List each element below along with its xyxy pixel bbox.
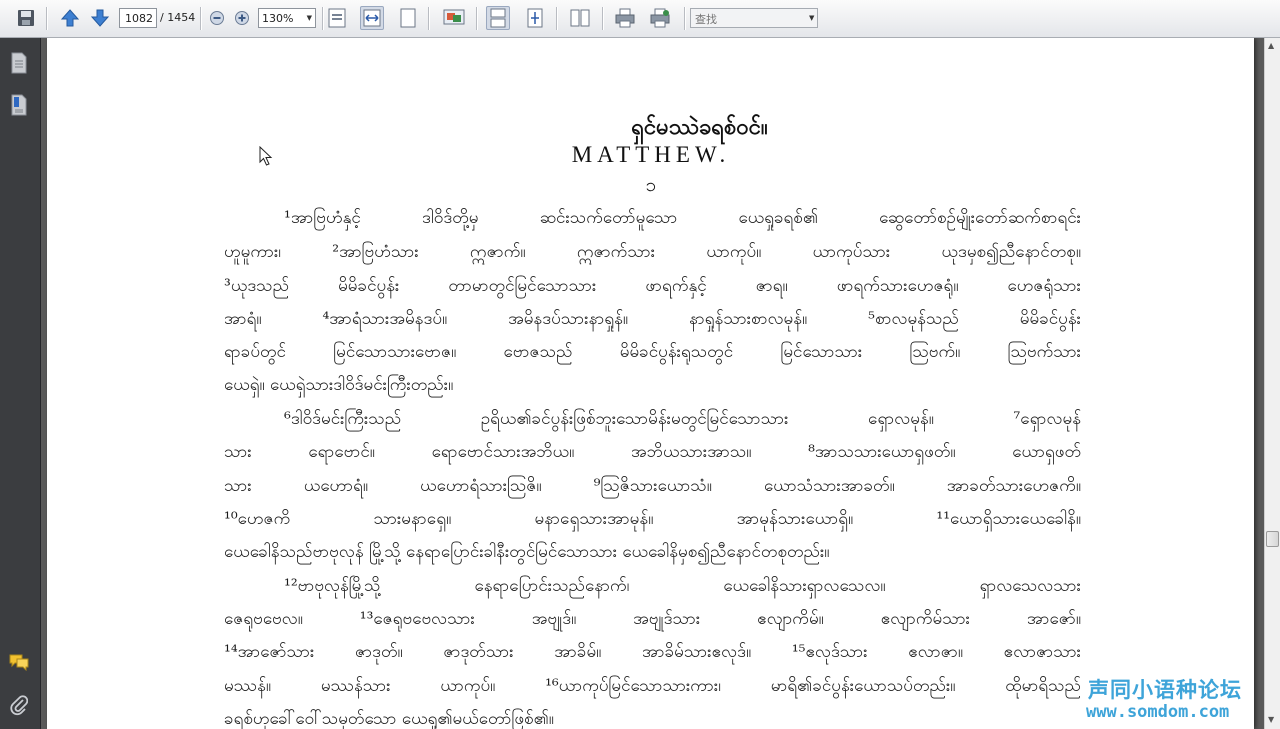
zoom-out-icon[interactable]	[205, 6, 229, 30]
text-line: ရာခပ်တွင် မြင်သောသားဗောဇ။ ဗောဇသည် မိမိခင…	[224, 342, 1081, 362]
text-line: ယေရှဲ။ ယေရှဲသားဒါဝိဒ်မင်းကြီးတည်း။	[224, 375, 454, 395]
pdf-page: ရှင်မဿဲခရစ်ဝင်။ MATTHEW. ၁ ¹အာဗြဟံနှင့် …	[47, 38, 1254, 729]
text-line: ¹²ဗာဗုလုန်မြို့သို့ နေရာပြောင်းသည်နောက်၊…	[284, 576, 1081, 596]
pages-panel-icon[interactable]	[8, 52, 30, 74]
slideshow-icon[interactable]	[442, 6, 466, 30]
toolbar: / 1454 130% ▼ ▼	[0, 0, 1280, 38]
page-number-input[interactable]	[119, 8, 157, 28]
document-view[interactable]: ရှင်မဿဲခရစ်ဝင်။ MATTHEW. ၁ ¹အာဗြဟံနှင့် …	[41, 38, 1264, 729]
attachments-icon[interactable]	[8, 694, 30, 716]
bookmarks-panel-icon[interactable]	[8, 94, 30, 116]
actual-size-icon[interactable]	[325, 6, 349, 30]
text-line: သား ယဟောရံ။ ယဟောရံသားဩဇိ။ ⁹ဩဇိသားယောသံ။ …	[224, 476, 1081, 496]
scroll-down-icon[interactable]: ▼	[1268, 715, 1274, 724]
print-icon[interactable]	[613, 6, 637, 30]
save-icon[interactable]	[14, 6, 38, 30]
text-line: ခရစ်ဟုခေါ်ဝေါ်သမုတ်သော ယေရှု၏မယ်တော်ဖြစ်…	[224, 709, 554, 729]
continuous-icon[interactable]	[523, 6, 547, 30]
mouse-cursor-icon	[259, 145, 273, 170]
fit-page-icon[interactable]	[396, 6, 420, 30]
text-line: မဿန်။ မဿန်သား ယာကုပ်။ ¹⁶ယာကုပ်မြင်သောသား…	[224, 676, 1081, 696]
text-line: သား ရောဗောင်။ ရောဗောင်သားအဘိယ။ အဘိယသားအာ…	[224, 442, 1081, 462]
find-input[interactable]	[690, 8, 818, 28]
text-line: အာရံ။ ⁴အာရံသားအမိနဒပ်။ အမိနဒပ်သားနာရှုန်…	[224, 309, 1081, 329]
two-page-icon[interactable]	[568, 6, 592, 30]
vertical-scrollbar[interactable]: ▲ ▼	[1264, 38, 1280, 729]
zoom-level-select[interactable]: 130% ▼	[258, 8, 316, 28]
navigation-pane	[0, 38, 41, 729]
scroll-up-icon[interactable]: ▲	[1268, 41, 1274, 50]
zoom-in-icon[interactable]	[230, 6, 254, 30]
previous-page-icon[interactable]	[58, 6, 82, 30]
comments-icon[interactable]	[8, 651, 30, 673]
page-total: / 1454	[160, 11, 196, 24]
text-line: ¹⁴အာဇော်သား ဇာဒုတ်။ ဇာဒုတ်သား အာခိမ်။ အာ…	[224, 642, 1081, 662]
book-title-burmese: ရှင်မဿဲခရစ်ဝင်။	[631, 114, 768, 140]
text-line: ယေခေါနိသည်ဗာဗုလုန် မြို့သို့ နေရာပြောင်း…	[224, 542, 830, 562]
text-line: ¹အာဗြဟံနှင့် ဒါဝိဒ်တို့မှ ဆင်းသက်တော်မူသ…	[284, 208, 1081, 228]
single-page-icon[interactable]	[486, 6, 510, 30]
email-icon[interactable]	[648, 6, 672, 30]
text-line: ဇေရုဗဗေလ။ ¹³ဇေရုဗဗေလသား အဗျုဒ်။ အဗျုဒ်သာ…	[224, 609, 1081, 629]
text-line: ⁶ဒါဝိဒ်မင်းကြီးသည် ဥရိယ၏ခင်ပွန်းဖြစ်ဘူးသ…	[284, 409, 1081, 429]
text-line: ဟူမူကား၊ ²အာဗြဟံသား ဣဇာက်။ ဣဇာက်သား ယာကု…	[224, 242, 1081, 262]
watermark-url: www.somdom.com	[1086, 702, 1230, 722]
fit-width-icon[interactable]	[360, 6, 384, 30]
watermark-chinese: 声同小语种论坛	[1088, 678, 1242, 702]
text-line: ¹⁰ဟေဇကိ သားမနာရှေ။ မနာရှေသားအာမုန်။ အာမု…	[224, 509, 1081, 529]
chapter-number: ၁	[645, 174, 657, 196]
chevron-down-icon: ▼	[306, 14, 312, 22]
text-line: ³ယုဒသည် မိမိခင်ပွန်း တာမာတွင်မြင်သောသား …	[224, 276, 1081, 296]
zoom-level-value: 130%	[262, 12, 294, 25]
find-dropdown-icon[interactable]: ▼	[809, 14, 814, 22]
next-page-icon[interactable]	[88, 6, 112, 30]
scrollbar-thumb[interactable]	[1266, 531, 1279, 547]
book-title-english: MATTHEW.	[571, 142, 731, 167]
